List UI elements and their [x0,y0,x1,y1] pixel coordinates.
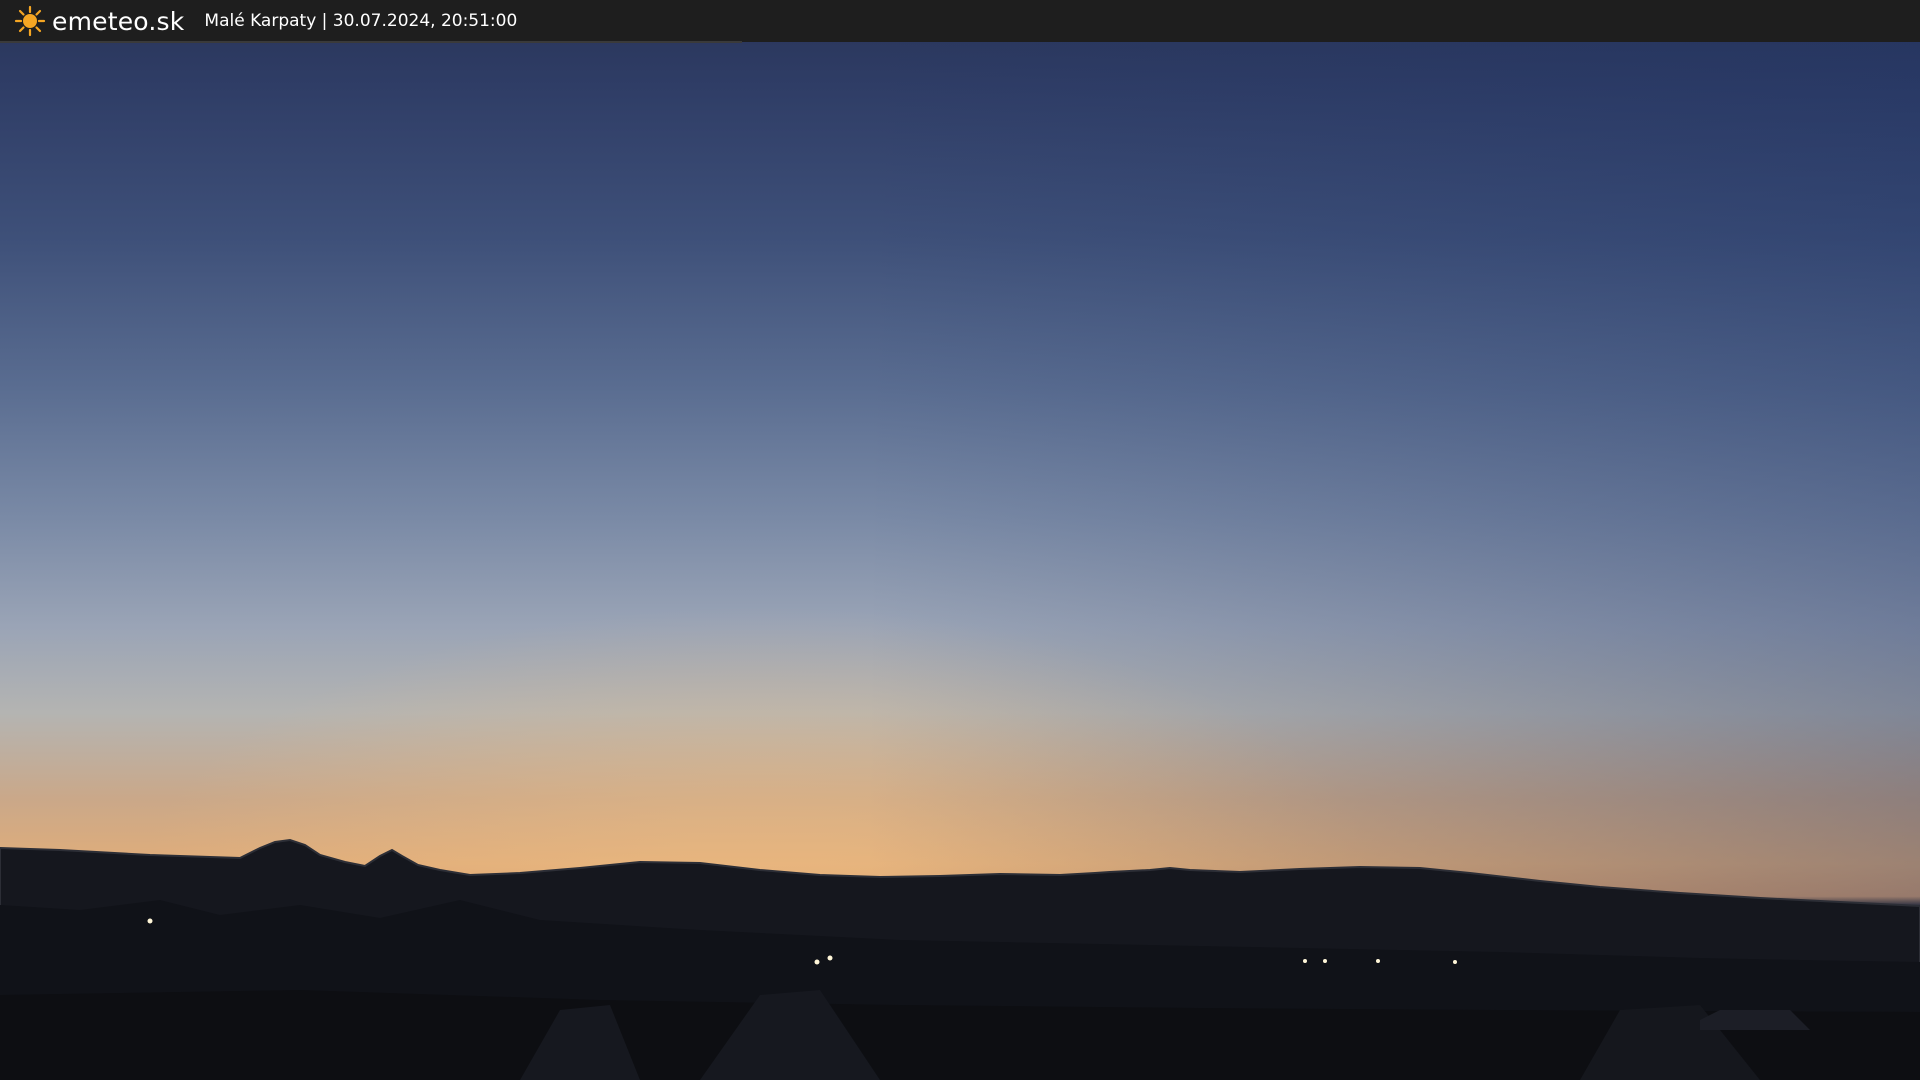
town-light [1303,959,1307,963]
site-brand[interactable]: emeteo.sk [52,7,184,36]
header-bar: emeteo.sk Malé Karpaty | 30.07.2024, 20:… [0,0,1920,42]
header-divider [0,41,742,43]
town-light [827,955,833,961]
landscape [0,838,1920,1080]
town-light [1453,960,1457,964]
webcam-frame: emeteo.sk Malé Karpaty | 30.07.2024, 20:… [0,0,1920,1080]
sun-icon[interactable] [14,5,46,37]
town-light [147,918,153,924]
town-light [814,959,820,965]
town-light [1376,959,1380,963]
town-light [1323,959,1327,963]
location-timestamp: Malé Karpaty | 30.07.2024, 20:51:00 [204,11,518,31]
